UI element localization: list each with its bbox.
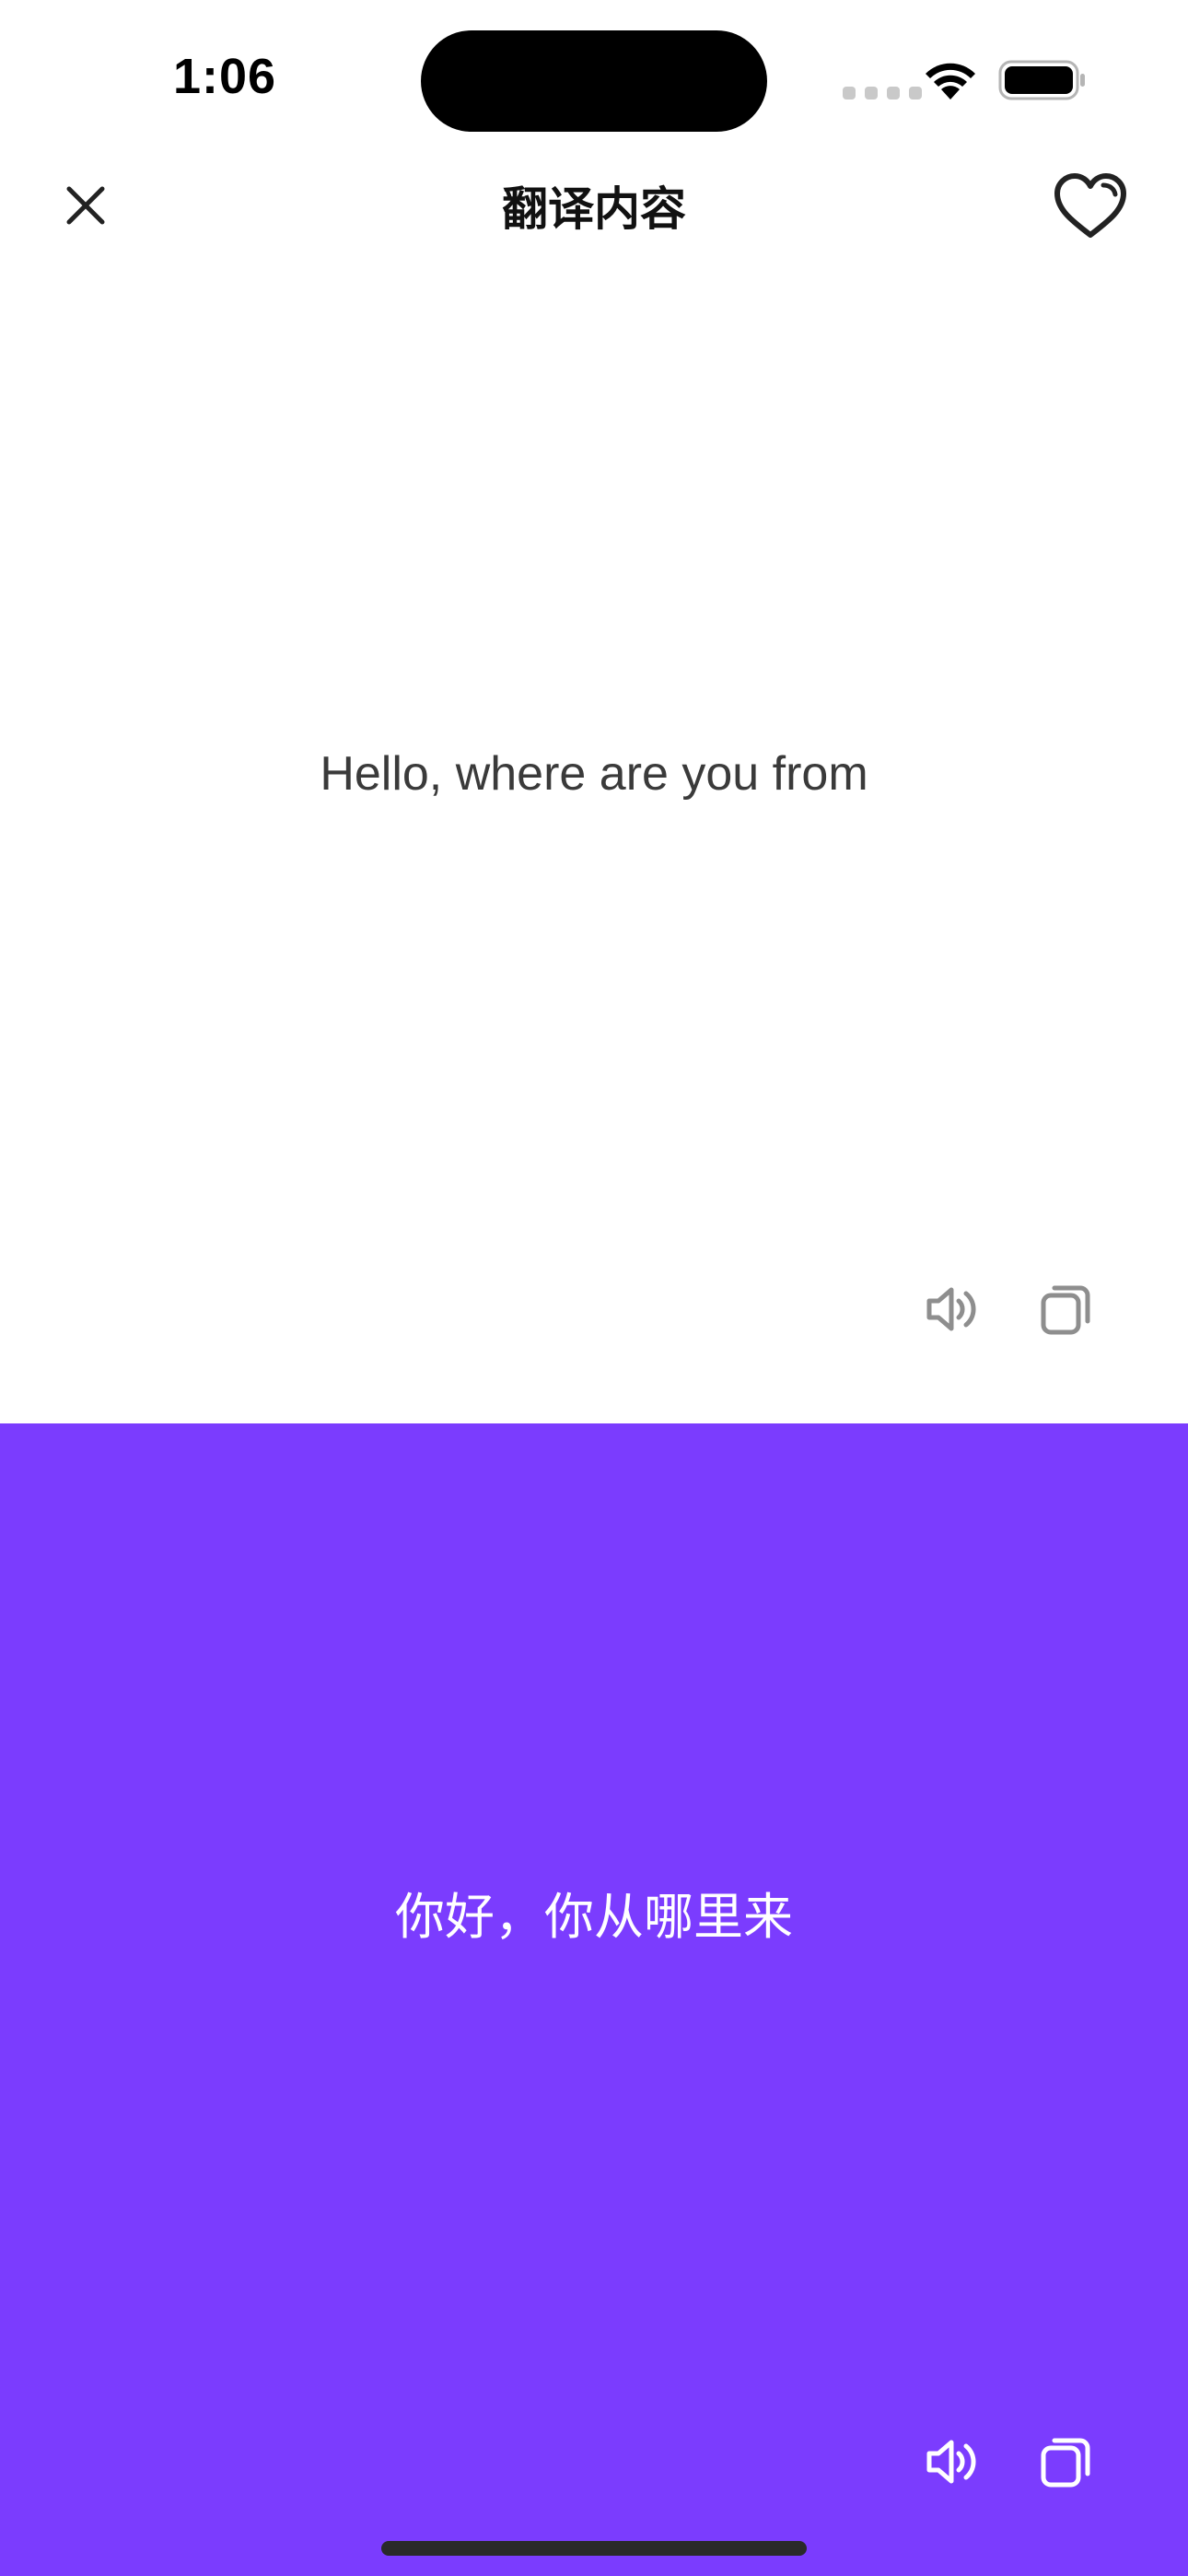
target-panel: 你好，你从哪里来	[0, 1423, 1188, 2576]
page-title: 翻译内容	[502, 182, 686, 236]
speaker-icon	[926, 2440, 976, 2484]
target-text: 你好，你从哪里来	[395, 1888, 793, 1946]
source-text: Hello, where are you from	[320, 747, 868, 801]
status-time: 1:06	[173, 49, 277, 104]
nav-bar: 翻译内容	[0, 157, 1188, 263]
battery-icon	[998, 60, 1085, 100]
cellular-signal-icon	[843, 87, 922, 100]
source-panel: Hello, where are you from	[0, 263, 1188, 1423]
source-actions	[923, 1280, 1096, 1339]
translation-detail-screen: 1:06 翻译内容 Hello, where are you from 你好，你…	[0, 0, 1188, 2576]
status-bar: 1:06	[0, 0, 1188, 157]
favorite-button[interactable]	[1050, 170, 1131, 243]
speaker-icon	[926, 1287, 976, 1331]
dynamic-island	[421, 30, 767, 132]
home-indicator	[381, 2541, 807, 2556]
target-copy-button[interactable]	[1037, 2432, 1096, 2491]
target-actions	[923, 2432, 1096, 2491]
copy-icon	[1041, 2438, 1090, 2488]
source-speak-button[interactable]	[923, 1280, 982, 1339]
target-speak-button[interactable]	[923, 2432, 982, 2491]
wifi-icon	[926, 63, 975, 100]
copy-icon	[1041, 1285, 1090, 1335]
source-copy-button[interactable]	[1037, 1280, 1096, 1339]
heart-icon	[1054, 173, 1126, 238]
